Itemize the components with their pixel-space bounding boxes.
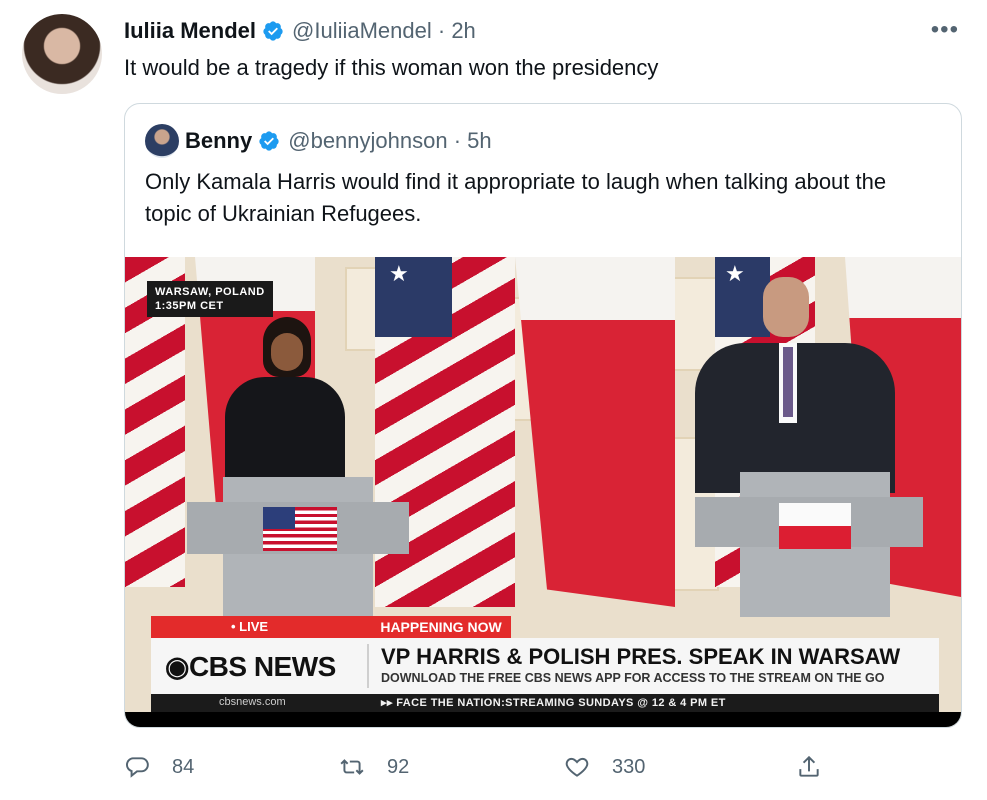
happening-now-badge: HAPPENING NOW	[371, 616, 511, 638]
cbs-eye-icon: ◉	[165, 651, 189, 682]
tweet-header: Iuliia Mendel @IuliiaMendel · 2h	[124, 16, 476, 46]
ticker-site: cbsnews.com	[219, 696, 286, 708]
news-ticker: cbsnews.com ▸▸ FACE THE NATION:STREAMING…	[151, 694, 939, 712]
heart-icon	[565, 757, 589, 777]
verified-badge-icon	[259, 131, 279, 151]
share-icon	[799, 755, 819, 777]
ticker-text: ▸▸ FACE THE NATION:STREAMING SUNDAYS @ 1…	[381, 697, 726, 709]
retweet-count: 92	[387, 755, 410, 778]
retweet-button[interactable]: 92	[339, 750, 409, 784]
video-headline: VP HARRIS & POLISH PRES. SPEAK IN WARSAW	[381, 644, 901, 669]
reply-icon	[126, 757, 149, 778]
quoted-tweet[interactable]: Benny @bennyjohnson · 5h Only Kamala Har…	[124, 103, 962, 728]
live-badge: • LIVE	[151, 616, 371, 638]
quoted-tweet-header: Benny @bennyjohnson · 5h	[185, 126, 492, 156]
speaker-right	[695, 277, 895, 493]
like-button[interactable]: 330	[564, 750, 645, 784]
location-overlay: WARSAW, POLAND 1:35PM CET	[147, 281, 273, 317]
video-bottom-strip	[125, 712, 961, 727]
author-avatar[interactable]	[22, 14, 102, 94]
quoted-author-handle-time: @bennyjohnson · 5h	[288, 128, 492, 153]
cbs-news-logo: ◉CBS NEWS	[165, 650, 336, 683]
tweet-text: It would be a tragedy if this woman won …	[124, 55, 659, 80]
location-city: WARSAW, POLAND	[155, 286, 265, 298]
podium-polish-flag	[779, 503, 851, 549]
more-options-icon[interactable]: •••	[931, 18, 959, 42]
reply-button[interactable]: 84	[124, 750, 194, 784]
quoted-tweet-text: Only Kamala Harris would find it appropr…	[145, 169, 887, 226]
like-count: 330	[612, 755, 646, 778]
author-handle-time[interactable]: @IuliiaMendel · 2h	[292, 18, 476, 44]
tweet-actions: 84 92 330	[124, 750, 960, 784]
speaker-left	[225, 317, 345, 487]
lower-third: ◉CBS NEWS VP HARRIS & POLISH PRES. SPEAK…	[151, 638, 939, 694]
reply-count: 84	[172, 755, 195, 778]
video-player[interactable]: ★ ★ WARSAW, POLAND 1:35PM CET • LIVE HAP…	[125, 257, 961, 727]
verified-badge-icon	[263, 21, 283, 41]
retweet-icon	[340, 759, 364, 775]
us-flag: ★	[375, 257, 515, 607]
podium-us-flag	[263, 507, 337, 551]
quoted-author-avatar	[145, 124, 179, 158]
author-name[interactable]: Iuliia Mendel	[124, 18, 256, 44]
video-subheadline: DOWNLOAD THE FREE CBS NEWS APP FOR ACCES…	[381, 671, 885, 685]
quoted-author-name: Benny	[185, 128, 253, 153]
lower-third-divider	[367, 644, 369, 688]
location-time: 1:35PM CET	[155, 300, 224, 312]
polish-flag	[515, 257, 675, 607]
share-button[interactable]	[796, 750, 822, 784]
network-name: CBS NEWS	[188, 651, 336, 682]
